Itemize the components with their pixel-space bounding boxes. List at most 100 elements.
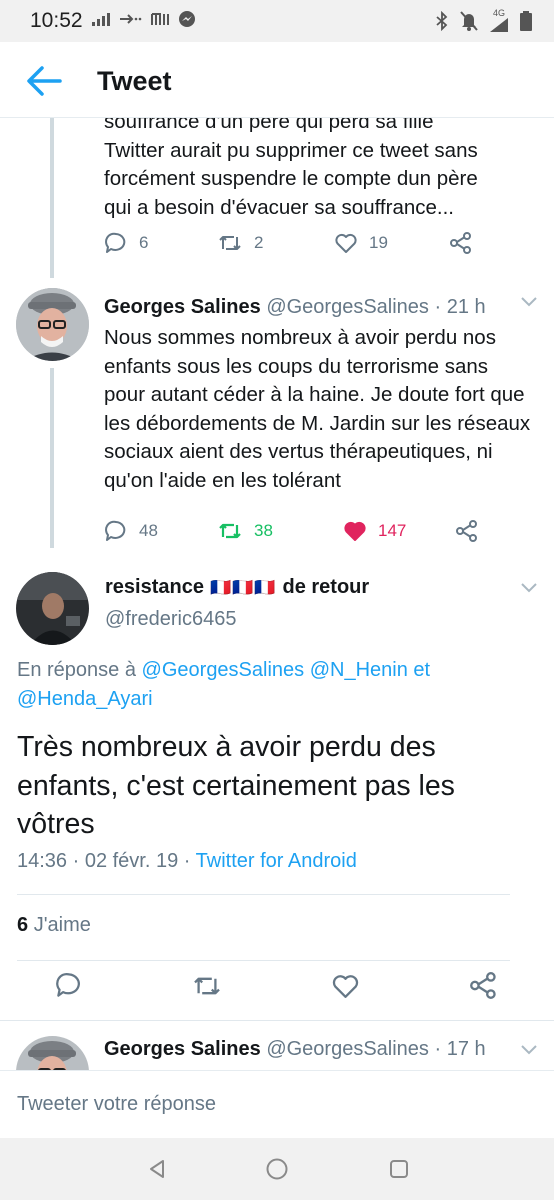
divider — [17, 960, 510, 961]
avatar-image — [16, 1036, 89, 1070]
tweet-source[interactable]: Twitter for Android — [196, 850, 357, 872]
reply-button[interactable]: 6 — [105, 232, 218, 254]
tweet-previous[interactable]: souffrance d'un père qui perd sa fille T… — [0, 118, 554, 286]
like-button[interactable]: 19 — [335, 233, 450, 253]
reply-context-mention[interactable]: @Henda_Ayari — [17, 685, 537, 714]
author-handle[interactable]: @GeorgesSalines — [266, 1038, 429, 1060]
heart-icon — [332, 975, 359, 998]
tweet-text-line: Twitter aurait pu supprimer ce tweet san… — [104, 138, 478, 162]
likes-summary[interactable]: 6 J'aime — [17, 914, 91, 937]
status-time: 10:52 — [30, 9, 83, 32]
messenger-icon — [179, 11, 195, 27]
tweet-actions: 6 2 19 — [105, 232, 472, 254]
reply-count: 48 — [139, 521, 158, 540]
reply-count: 6 — [139, 233, 149, 252]
navigation-bar — [0, 1138, 554, 1200]
news-app-icon — [151, 13, 169, 25]
share-button[interactable] — [470, 972, 497, 1004]
reply-context-prefix: En réponse à — [17, 659, 136, 681]
tweet-text: Nous sommes nombreux à avoir perdu nos e… — [104, 326, 531, 492]
retweet-icon — [219, 236, 241, 250]
share-icon — [470, 972, 496, 999]
tweet-header: Georges Salines @GeorgesSalines · 17 h — [104, 1038, 486, 1061]
reply-icon — [56, 972, 80, 997]
reply-bar[interactable]: Tweeter votre réponse — [0, 1070, 554, 1138]
like-count: 147 — [378, 521, 407, 540]
reply-context-mentions[interactable]: @GeorgesSalines @N_Henin et — [142, 659, 431, 681]
reply-context-line: En réponse à @GeorgesSalines @N_Henin et — [17, 656, 537, 685]
reply-input[interactable]: Tweeter votre réponse — [17, 1093, 216, 1116]
back-button[interactable] — [24, 64, 64, 98]
tweet-time: · 21 h — [434, 296, 486, 318]
tweet-header: Georges Salines @GeorgesSalines · 21 h — [104, 296, 486, 319]
author-handle[interactable]: @frederic6465 — [105, 608, 236, 631]
home-circle-icon[interactable] — [265, 1157, 289, 1181]
author-handle[interactable]: @GeorgesSalines — [266, 296, 429, 318]
signal-icon — [92, 13, 110, 26]
mute-icon — [460, 10, 478, 31]
avatar[interactable] — [16, 288, 89, 361]
tweet-next[interactable]: Georges Salines @GeorgesSalines · 17 h — [0, 1024, 554, 1070]
thread-line — [50, 368, 54, 548]
chevron-down-icon[interactable] — [520, 1044, 538, 1056]
focused-author-name-line: resistance 🇫🇷🇫🇷🇫🇷 de retour — [105, 576, 369, 599]
reply-button[interactable]: 48 — [105, 520, 218, 542]
author-name[interactable]: Georges Salines — [104, 296, 261, 318]
tweet-text-line: qui a besoin d'évacuer sa souffrance... — [104, 195, 454, 219]
focused-tweet: resistance 🇫🇷🇫🇷🇫🇷 de retour @frederic646… — [0, 564, 554, 1014]
tweet-georges-salines[interactable]: Georges Salines @GeorgesSalines · 21 h N… — [0, 286, 554, 558]
avatar[interactable] — [16, 572, 89, 645]
like-button[interactable]: 147 — [344, 521, 456, 541]
tweet-text: souffrance d'un père qui perd sa fille T… — [104, 118, 524, 222]
tweet-text-line: forcément suspendre le compte dun père — [104, 167, 478, 190]
network-4g-icon: 4G — [490, 9, 508, 32]
focused-tweet-text: Très nombreux à avoir perdu des enfants,… — [17, 731, 455, 840]
status-bar: 10:52 4G — [0, 0, 554, 42]
reply-button[interactable] — [56, 972, 82, 1003]
page-title: Tweet — [97, 66, 172, 96]
heart-icon — [335, 233, 357, 253]
chevron-down-icon[interactable] — [520, 582, 538, 594]
likes-label: J'aime — [33, 914, 91, 936]
heart-filled-icon — [344, 521, 366, 541]
share-icon — [450, 232, 471, 254]
avatar-image — [16, 288, 89, 361]
status-left-icons — [92, 10, 196, 28]
app-header: Tweet — [0, 42, 554, 118]
share-button[interactable] — [456, 520, 478, 542]
retweet-button[interactable] — [192, 974, 222, 1003]
share-button[interactable] — [450, 232, 472, 254]
reply-icon — [105, 520, 126, 541]
bluetooth-icon — [436, 10, 448, 31]
tweet-actions-georges: 48 38 147 — [105, 520, 478, 542]
author-name[interactable]: Georges Salines — [104, 1038, 261, 1060]
timeline[interactable]: souffrance d'un père qui perd sa fille T… — [0, 118, 554, 1070]
focused-tweet-actions — [0, 972, 554, 1002]
author-name[interactable]: resistance — [105, 576, 204, 599]
tweet-meta: 14:36 · 02 févr. 19 · Twitter for Androi… — [17, 850, 357, 873]
like-count: 19 — [369, 233, 388, 252]
author-name-suffix: de retour — [282, 576, 370, 598]
likes-count: 6 — [17, 914, 29, 936]
status-right-icons: 4G — [436, 9, 532, 32]
chevron-down-icon[interactable] — [520, 296, 538, 308]
avatar-image — [16, 572, 89, 645]
author-flags: 🇫🇷🇫🇷🇫🇷 — [209, 577, 277, 598]
network-label: 4G — [492, 8, 505, 18]
divider — [17, 894, 510, 895]
data-arrows-icon — [120, 14, 142, 24]
back-triangle-icon[interactable] — [146, 1158, 168, 1180]
retweet-count: 38 — [254, 521, 273, 540]
recents-square-icon[interactable] — [388, 1158, 410, 1180]
tweet-text-line: souffrance d'un père qui perd sa fille — [104, 118, 434, 133]
reply-context: En réponse à @GeorgesSalines @N_Henin et… — [17, 656, 537, 714]
retweet-icon — [219, 523, 241, 539]
arrow-left-icon — [27, 66, 62, 96]
retweet-icon — [194, 977, 220, 995]
section-divider — [0, 1020, 554, 1021]
retweet-button[interactable]: 2 — [218, 233, 335, 253]
like-button[interactable] — [332, 974, 359, 1003]
avatar[interactable] — [16, 1036, 89, 1070]
battery-icon — [520, 10, 532, 31]
retweet-button[interactable]: 38 — [218, 521, 344, 541]
